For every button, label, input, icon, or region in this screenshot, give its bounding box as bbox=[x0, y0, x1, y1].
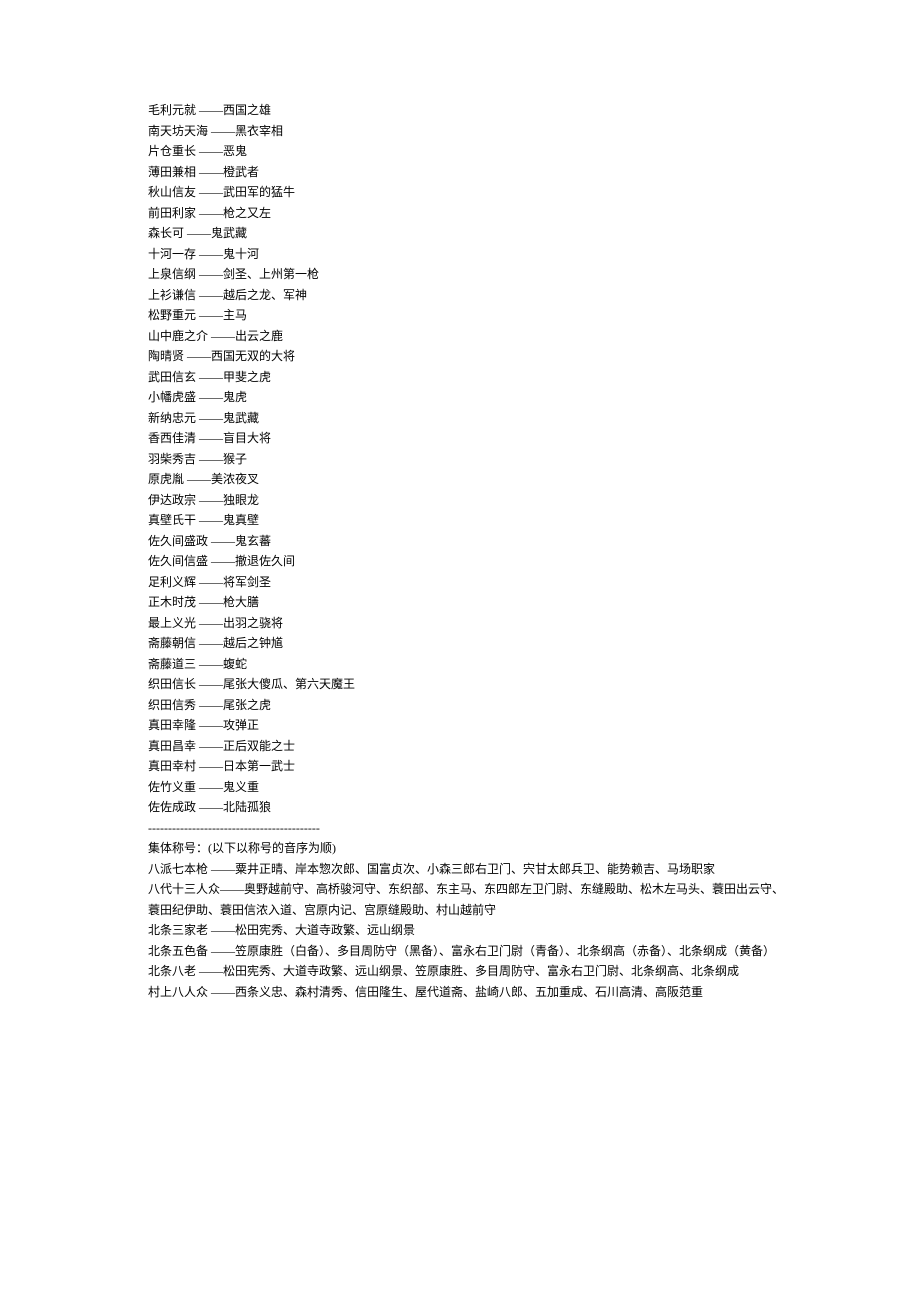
alias-line: 山中鹿之介 ——出云之鹿 bbox=[148, 326, 772, 347]
alias-line: 武田信玄 ——甲斐之虎 bbox=[148, 367, 772, 388]
section-divider: ----------------------------------------… bbox=[148, 818, 772, 839]
alias-line: 薄田兼相 ——橙武者 bbox=[148, 162, 772, 183]
alias-line: 香西佳清 ——盲目大将 bbox=[148, 428, 772, 449]
alias-line: 斋藤道三 ——蝮蛇 bbox=[148, 654, 772, 675]
alias-line: 最上义光 ——出羽之骁将 bbox=[148, 613, 772, 634]
alias-line: 上泉信纲 ——剑圣、上州第一枪 bbox=[148, 264, 772, 285]
alias-line: 秋山信友 ——武田军的猛牛 bbox=[148, 182, 772, 203]
alias-line: 真壁氏干 ——鬼真壁 bbox=[148, 510, 772, 531]
alias-line: 伊达政宗 ——独眼龙 bbox=[148, 490, 772, 511]
alias-line: 新纳忠元 ——鬼武藏 bbox=[148, 408, 772, 429]
alias-line: 十河一存 ——鬼十河 bbox=[148, 244, 772, 265]
alias-line: 佐佐成政 ——北陆孤狼 bbox=[148, 797, 772, 818]
alias-line: 佐久间信盛 ——撤退佐久间 bbox=[148, 551, 772, 572]
alias-line: 片仓重长 ——恶鬼 bbox=[148, 141, 772, 162]
alias-line: 毛利元就 ——西国之雄 bbox=[148, 100, 772, 121]
alias-line: 羽柴秀吉 ——猴子 bbox=[148, 449, 772, 470]
group-line: 北条五色备 ——笠原康胜（白备）、多目周防守（黑备）、富永右卫门尉（青备）、北条… bbox=[148, 941, 772, 962]
alias-line: 上衫谦信 ——越后之龙、军神 bbox=[148, 285, 772, 306]
group-list: 八派七本枪 ——粟井正晴、岸本惣次郎、国富贞次、小森三郎右卫门、宍甘太郎兵卫、能… bbox=[148, 859, 772, 1003]
alias-line: 陶晴贤 ——西国无双的大将 bbox=[148, 346, 772, 367]
group-line: 蓑田纪伊助、蓑田信浓入道、宫原内记、宫原缝殿助、村山越前守 bbox=[148, 900, 772, 921]
alias-line: 森长可 ——鬼武藏 bbox=[148, 223, 772, 244]
alias-line: 织田信长 ——尾张大傻瓜、第六天魔王 bbox=[148, 674, 772, 695]
alias-line: 织田信秀 ——尾张之虎 bbox=[148, 695, 772, 716]
alias-list: 毛利元就 ——西国之雄南天坊天海 ——黑衣宰相片仓重长 ——恶鬼薄田兼相 ——橙… bbox=[148, 100, 772, 818]
group-line: 八派七本枪 ——粟井正晴、岸本惣次郎、国富贞次、小森三郎右卫门、宍甘太郎兵卫、能… bbox=[148, 859, 772, 880]
alias-line: 前田利家 ——枪之又左 bbox=[148, 203, 772, 224]
alias-line: 原虎胤 ——美浓夜叉 bbox=[148, 469, 772, 490]
alias-line: 松野重元 ——主马 bbox=[148, 305, 772, 326]
document-page: 毛利元就 ——西国之雄南天坊天海 ——黑衣宰相片仓重长 ——恶鬼薄田兼相 ——橙… bbox=[0, 0, 920, 1062]
section-header: 集体称号：(以下以称号的音序为顺) bbox=[148, 838, 772, 859]
alias-line: 真田幸隆 ——攻弹正 bbox=[148, 715, 772, 736]
alias-line: 真田幸村 ——日本第一武士 bbox=[148, 756, 772, 777]
alias-line: 小幡虎盛 ——鬼虎 bbox=[148, 387, 772, 408]
group-line: 八代十三人众——奥野越前守、高桥骏河守、东织部、东主马、东四郎左卫门尉、东缝殿助… bbox=[148, 879, 772, 900]
alias-line: 佐久间盛政 ——鬼玄蕃 bbox=[148, 531, 772, 552]
alias-line: 南天坊天海 ——黑衣宰相 bbox=[148, 121, 772, 142]
alias-line: 正木时茂 ——枪大膳 bbox=[148, 592, 772, 613]
alias-line: 真田昌幸 ——正后双能之士 bbox=[148, 736, 772, 757]
group-line: 北条三家老 ——松田宪秀、大道寺政繁、远山纲景 bbox=[148, 920, 772, 941]
alias-line: 佐竹义重 ——鬼义重 bbox=[148, 777, 772, 798]
group-line: 北条八老 ——松田宪秀、大道寺政繁、远山纲景、笠原康胜、多目周防守、富永右卫门尉… bbox=[148, 961, 772, 982]
alias-line: 斋藤朝信 ——越后之钟馗 bbox=[148, 633, 772, 654]
group-line: 村上八人众 ——西条义忠、森村清秀、信田隆生、屋代道斋、盐崎八郎、五加重成、石川… bbox=[148, 982, 772, 1003]
alias-line: 足利义辉 ——将军剑圣 bbox=[148, 572, 772, 593]
